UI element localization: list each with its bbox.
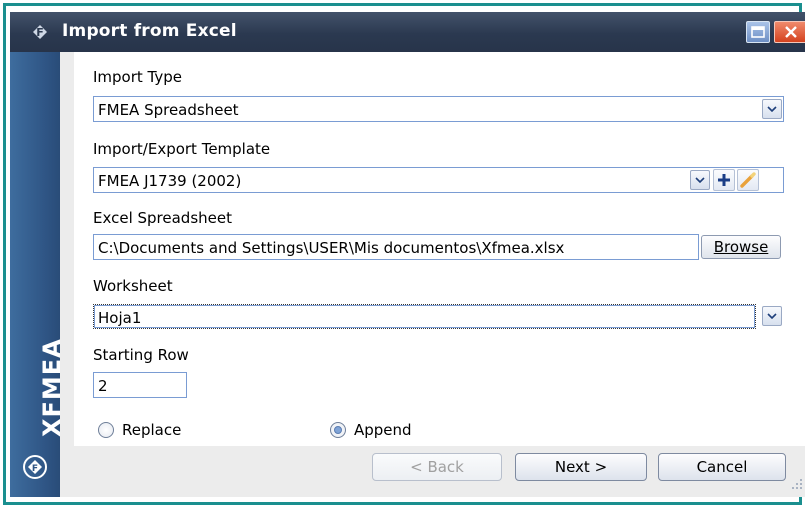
starting-row-input[interactable]: 2 xyxy=(93,372,187,398)
starting-row-value: 2 xyxy=(98,377,108,395)
worksheet-select[interactable]: Hoja1 xyxy=(93,304,756,329)
browse-button[interactable]: Browse xyxy=(701,235,781,259)
replace-radio-circle[interactable] xyxy=(98,422,114,438)
replace-radio-label: Replace xyxy=(122,421,182,439)
import-type-select[interactable]: FMEA Spreadsheet xyxy=(93,96,784,122)
svg-text:F: F xyxy=(36,26,44,39)
chevron-down-icon xyxy=(695,177,705,183)
window-title: Import from Excel xyxy=(62,21,237,41)
brand-text: XFMEA xyxy=(38,338,66,437)
pencil-icon xyxy=(740,172,756,188)
worksheet-label: Worksheet xyxy=(93,277,173,295)
worksheet-value: Hoja1 xyxy=(98,309,142,327)
spreadsheet-label: Excel Spreadsheet xyxy=(93,209,232,227)
append-radio[interactable]: Append xyxy=(330,421,412,439)
template-dropdown-button[interactable] xyxy=(690,170,710,190)
template-value: FMEA J1739 (2002) xyxy=(98,172,242,190)
xfmea-badge-icon: F xyxy=(22,454,48,480)
template-label: Import/Export Template xyxy=(93,140,271,158)
import-type-value: FMEA Spreadsheet xyxy=(98,101,239,119)
append-radio-label: Append xyxy=(354,421,412,439)
add-template-button[interactable] xyxy=(713,169,735,191)
import-dialog: F Import from Excel XFMEA F Import Type … xyxy=(10,12,805,497)
replace-radio[interactable]: Replace xyxy=(98,421,181,439)
spreadsheet-path-value: C:\Documents and Settings\USER\Mis docum… xyxy=(98,239,565,257)
cancel-button[interactable]: Cancel xyxy=(658,453,786,481)
append-radio-circle[interactable] xyxy=(330,422,346,438)
edit-template-button[interactable] xyxy=(737,169,759,191)
import-type-dropdown-button[interactable] xyxy=(762,99,782,119)
chevron-down-icon xyxy=(767,106,777,112)
import-type-label: Import Type xyxy=(93,68,183,86)
spreadsheet-path-input[interactable]: C:\Documents and Settings\USER\Mis docum… xyxy=(93,234,699,260)
close-button[interactable] xyxy=(774,21,805,43)
plus-icon xyxy=(718,174,730,186)
worksheet-dropdown-button[interactable] xyxy=(762,306,782,326)
next-button[interactable]: Next > xyxy=(515,453,647,481)
resize-grip-icon[interactable] xyxy=(790,477,804,491)
starting-row-label: Starting Row xyxy=(93,346,189,364)
maximize-icon xyxy=(751,26,765,38)
title-bar[interactable]: F Import from Excel xyxy=(10,12,805,52)
svg-text:F: F xyxy=(32,464,38,474)
back-button[interactable]: < Back xyxy=(372,453,502,481)
app-logo-icon: F xyxy=(28,20,52,44)
sidebar-brand-panel: XFMEA F xyxy=(10,52,66,497)
chevron-down-icon xyxy=(767,313,777,319)
close-icon xyxy=(785,26,797,38)
maximize-button[interactable] xyxy=(746,21,770,43)
append-radio-selected-dot xyxy=(334,426,342,434)
template-select[interactable]: FMEA J1739 (2002) xyxy=(93,167,784,193)
